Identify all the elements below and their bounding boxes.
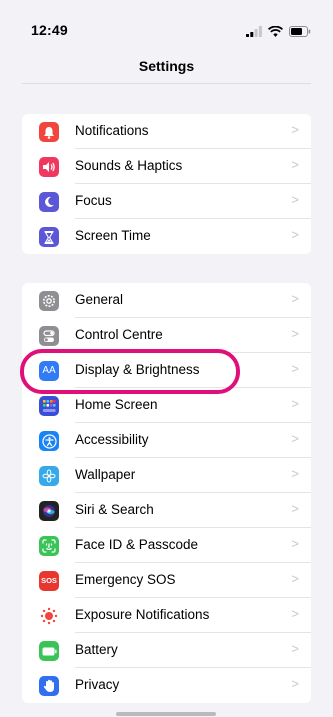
app-grid-icon xyxy=(39,396,59,416)
settings-item-label: Notifications xyxy=(75,123,149,138)
chevron-right-icon: > xyxy=(291,396,299,411)
chevron-right-icon: > xyxy=(291,326,299,341)
hourglass-icon xyxy=(39,227,59,247)
chevron-right-icon: > xyxy=(291,536,299,551)
settings-item-label: Emergency SOS xyxy=(75,572,176,587)
highlight-outline xyxy=(20,349,240,394)
settings-item-label: Exposure Notifications xyxy=(75,607,210,622)
settings-item-label: Screen Time xyxy=(75,228,151,243)
status-bar: 12:49 xyxy=(0,0,333,46)
settings-item-label: Privacy xyxy=(75,677,120,692)
settings-item-general[interactable]: General > xyxy=(22,283,311,318)
speaker-icon xyxy=(39,157,59,177)
chevron-right-icon: > xyxy=(291,606,299,621)
wifi-icon xyxy=(268,25,283,37)
chevron-right-icon: > xyxy=(291,641,299,656)
settings-item-label: General xyxy=(75,292,124,307)
settings-item-label: Siri & Search xyxy=(75,502,154,517)
accessibility-icon xyxy=(39,431,59,451)
settings-item-focus[interactable]: Focus > xyxy=(22,184,311,219)
chevron-right-icon: > xyxy=(291,291,299,306)
chevron-right-icon: > xyxy=(291,227,299,242)
status-icons xyxy=(246,24,311,38)
header-divider xyxy=(22,83,311,84)
chevron-right-icon: > xyxy=(291,676,299,691)
settings-item-label: Accessibility xyxy=(75,432,149,447)
flower-icon xyxy=(39,466,59,486)
settings-item-exposure-notifications[interactable]: Exposure Notifications > xyxy=(22,598,311,633)
settings-item-control-centre[interactable]: Control Centre > xyxy=(22,318,311,353)
gear-icon xyxy=(39,291,59,311)
chevron-right-icon: > xyxy=(291,571,299,586)
chevron-right-icon: > xyxy=(291,431,299,446)
battery-status-icon xyxy=(289,25,311,37)
settings-item-label: Face ID & Passcode xyxy=(75,537,199,552)
settings-item-label: Sounds & Haptics xyxy=(75,158,183,173)
settings-item-siri-search[interactable]: Siri & Search > xyxy=(22,493,311,528)
chevron-right-icon: > xyxy=(291,466,299,481)
settings-item-emergency-sos[interactable]: SOS Emergency SOS > xyxy=(22,563,311,598)
settings-group-2: General > Control Centre > AA Display & … xyxy=(22,283,311,703)
settings-item-screen-time[interactable]: Screen Time > xyxy=(22,219,311,254)
settings-item-privacy[interactable]: Privacy > xyxy=(22,668,311,703)
nav-bar: Settings xyxy=(0,46,333,86)
settings-group-1: Notifications > Sounds & Haptics > Focus… xyxy=(22,114,311,254)
chevron-right-icon: > xyxy=(291,192,299,207)
settings-item-battery[interactable]: Battery > xyxy=(22,633,311,668)
settings-item-face-id-passcode[interactable]: Face ID & Passcode > xyxy=(22,528,311,563)
moon-icon xyxy=(39,192,59,212)
bell-icon xyxy=(39,122,59,142)
chevron-right-icon: > xyxy=(291,361,299,376)
sos-icon: SOS xyxy=(39,571,59,591)
home-indicator[interactable] xyxy=(116,712,216,716)
exposure-icon xyxy=(39,606,59,626)
settings-item-label: Home Screen xyxy=(75,397,158,412)
settings-item-notifications[interactable]: Notifications > xyxy=(22,114,311,149)
battery-icon xyxy=(39,641,59,661)
chevron-right-icon: > xyxy=(291,122,299,137)
hand-icon xyxy=(39,676,59,696)
face-id-icon xyxy=(39,536,59,556)
settings-item-label: Control Centre xyxy=(75,327,163,342)
chevron-right-icon: > xyxy=(291,157,299,172)
signal-icon xyxy=(246,25,262,37)
settings-item-accessibility[interactable]: Accessibility > xyxy=(22,423,311,458)
chevron-right-icon: > xyxy=(291,501,299,516)
settings-item-label: Wallpaper xyxy=(75,467,136,482)
settings-item-label: Focus xyxy=(75,193,112,208)
status-time: 12:49 xyxy=(31,22,68,38)
settings-item-label: Battery xyxy=(75,642,118,657)
toggles-icon xyxy=(39,326,59,346)
siri-icon xyxy=(39,501,59,521)
settings-item-wallpaper[interactable]: Wallpaper > xyxy=(22,458,311,493)
settings-item-sounds-haptics[interactable]: Sounds & Haptics > xyxy=(22,149,311,184)
page-title: Settings xyxy=(138,58,195,74)
